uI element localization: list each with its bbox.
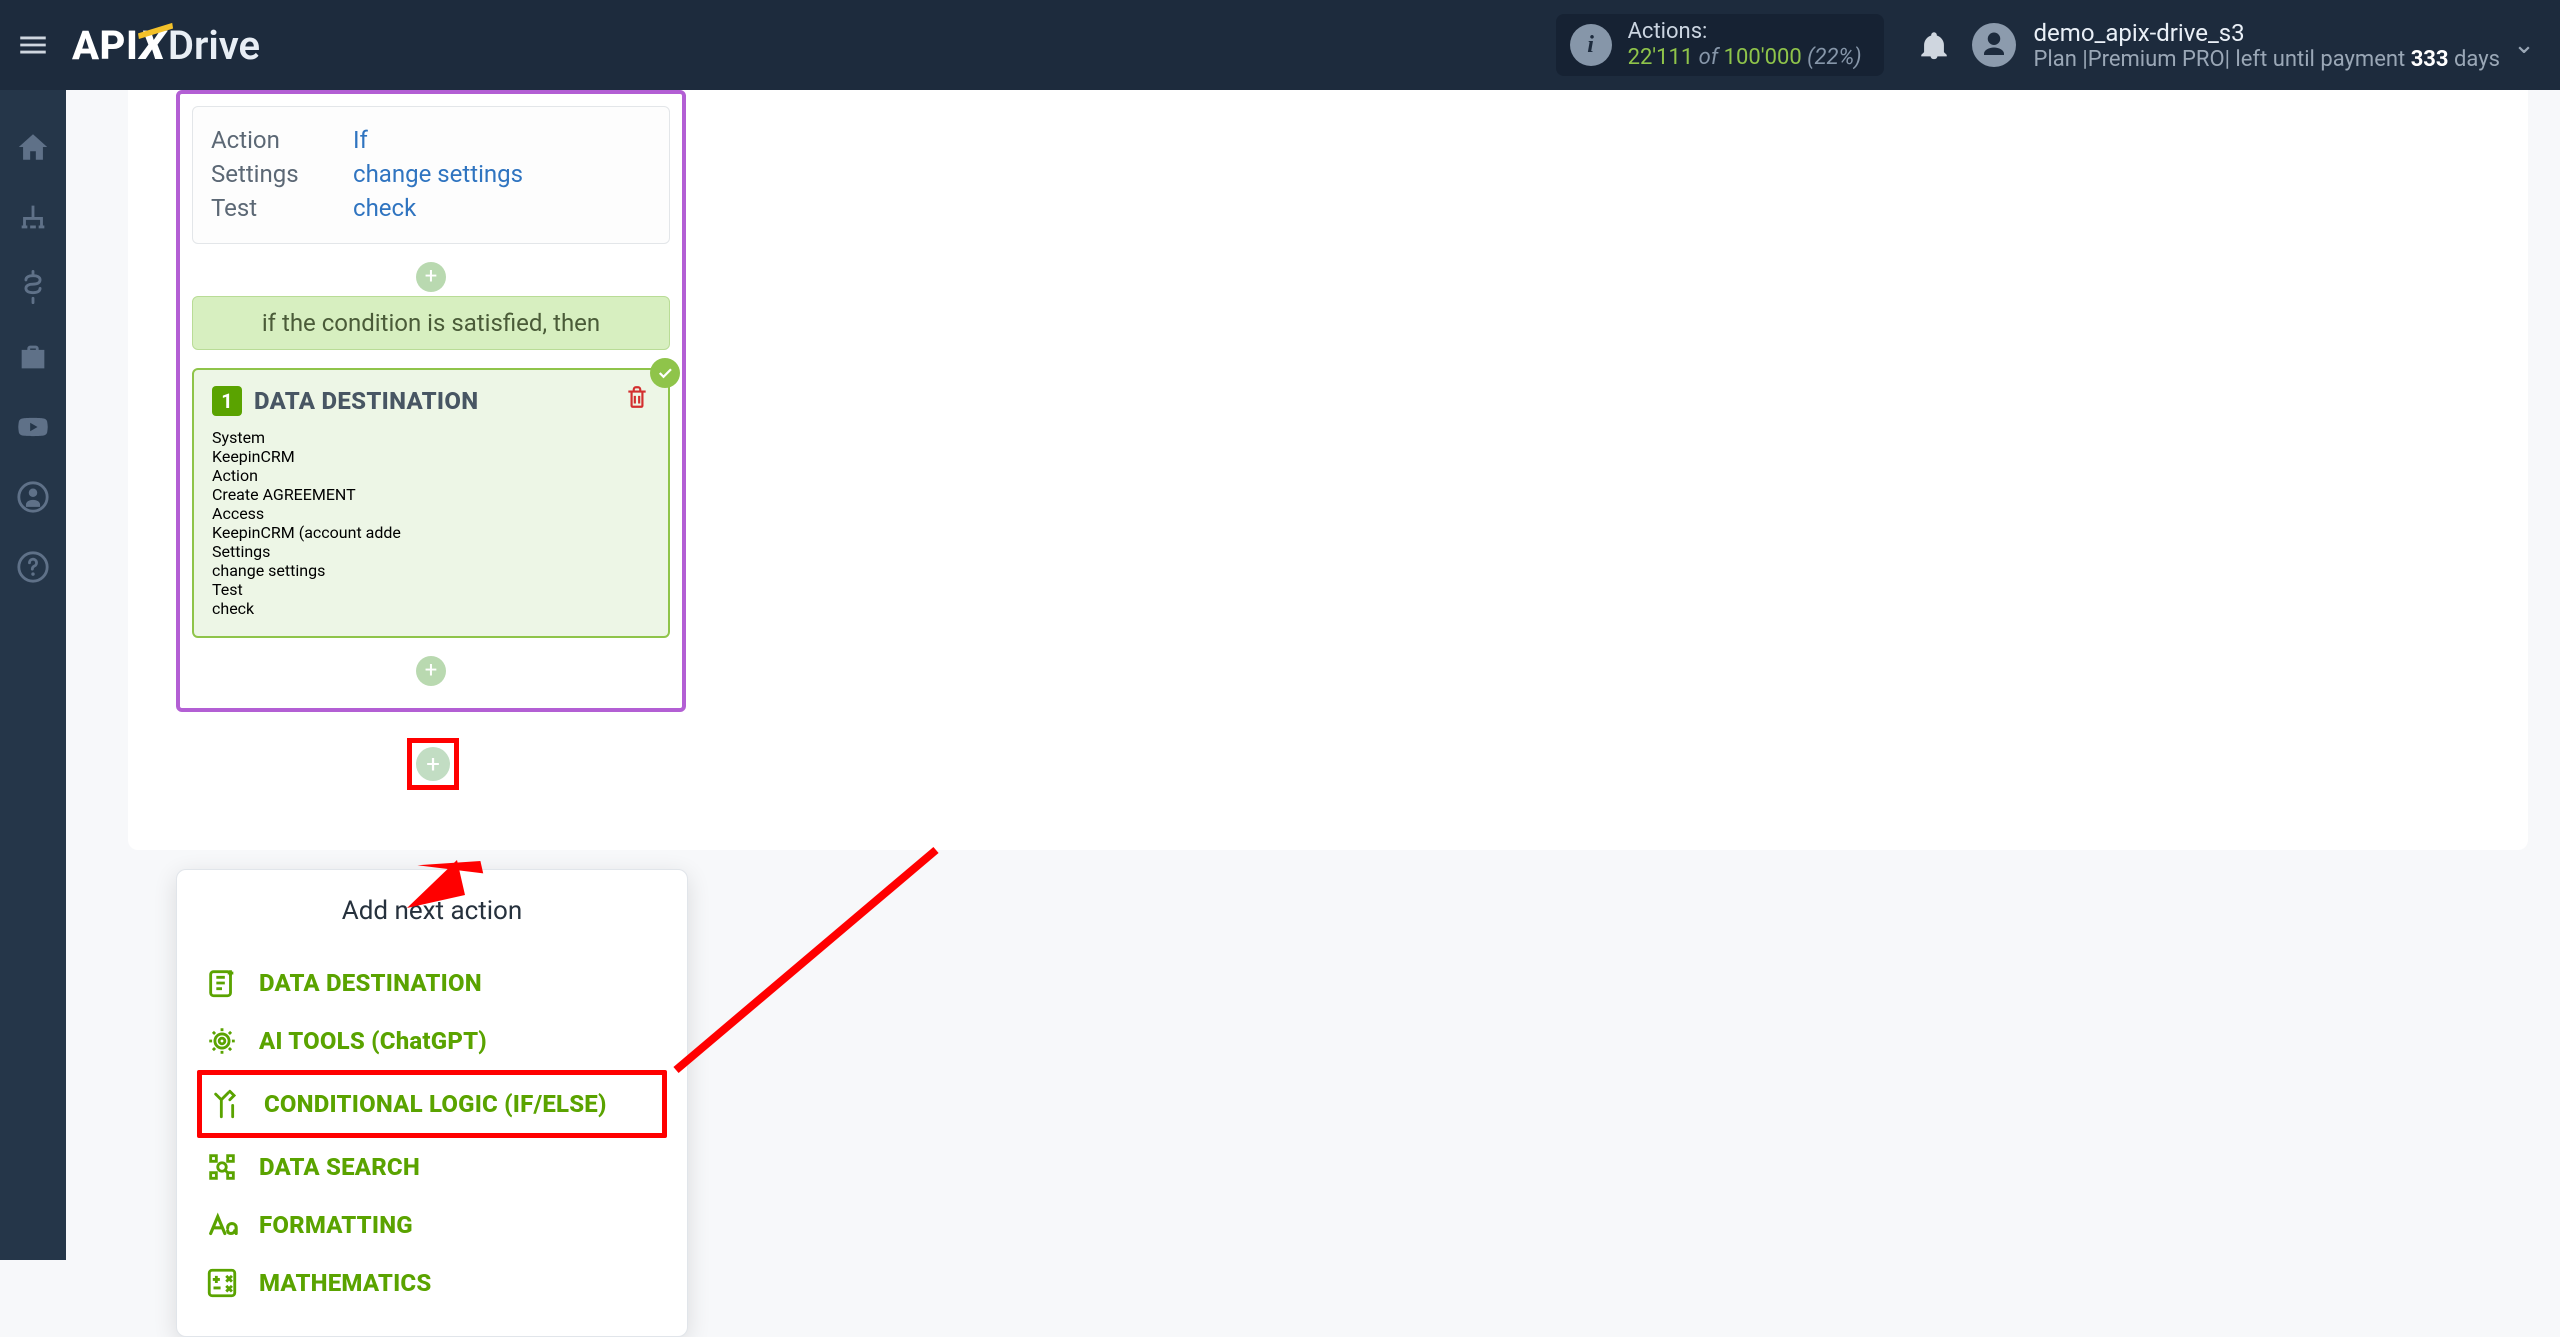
actions-of: of bbox=[1693, 45, 1723, 70]
user-name: demo_apix-drive_s3 bbox=[2034, 19, 2500, 47]
menu-label: FORMATTING bbox=[259, 1211, 413, 1239]
left-rail bbox=[0, 90, 66, 1260]
menu-conditional-logic[interactable]: CONDITIONAL LOGIC (IF/ELSE) bbox=[197, 1070, 667, 1138]
dest-label-test: Test bbox=[212, 580, 650, 599]
dest-value-settings[interactable]: change settings bbox=[212, 561, 650, 580]
topbar: API X Drive i Actions: 22'111 of 100'000… bbox=[0, 0, 2560, 90]
value-settings[interactable]: change settings bbox=[353, 160, 523, 188]
value-action[interactable]: If bbox=[353, 126, 368, 154]
menu-label: DATA SEARCH bbox=[259, 1153, 420, 1181]
menu-ai-tools[interactable]: AI TOOLS (ChatGPT) bbox=[197, 1012, 667, 1070]
user-plan-prefix: Plan |Premium PRO| left until payment bbox=[2034, 47, 2411, 72]
dest-label-action: Action bbox=[212, 466, 650, 485]
user-plan-days: 333 bbox=[2411, 47, 2449, 72]
condition-banner: if the condition is satisfied, then bbox=[192, 296, 670, 350]
nav-home-icon[interactable] bbox=[16, 130, 50, 164]
condition-card: Action If Settings change settings Testche… bbox=[192, 106, 670, 244]
actions-badge[interactable]: i Actions: 22'111 of 100'000 (22%) bbox=[1556, 14, 1884, 76]
dest-label-system: System bbox=[212, 428, 650, 447]
logo-text-drive: Drive bbox=[168, 22, 260, 69]
nav-briefcase-icon[interactable] bbox=[16, 340, 50, 374]
destination-number: 1 bbox=[212, 386, 242, 416]
logo-text-api: API bbox=[72, 22, 138, 69]
logo-text-x: X bbox=[136, 22, 170, 69]
dest-value-action[interactable]: Create AGREEMENT bbox=[212, 485, 650, 504]
menu-label: CONDITIONAL LOGIC (IF/ELSE) bbox=[264, 1090, 607, 1118]
actions-values: 22'111 of 100'000 (22%) bbox=[1628, 45, 1862, 71]
dest-value-access[interactable]: KeepinCRM (account adde bbox=[212, 523, 650, 542]
workflow-column: ActionIf Settingschange settings Testche… bbox=[128, 90, 738, 790]
add-step-button-2[interactable]: + bbox=[416, 656, 446, 686]
menu-label: MATHEMATICS bbox=[259, 1269, 431, 1297]
label-settings: Settings bbox=[211, 160, 335, 188]
menu-label: AI TOOLS (ChatGPT) bbox=[259, 1027, 487, 1055]
user-avatar[interactable] bbox=[1964, 15, 2024, 75]
user-info[interactable]: demo_apix-drive_s3 Plan |Premium PRO| le… bbox=[2024, 19, 2500, 72]
hamburger-icon[interactable] bbox=[0, 0, 66, 90]
highlighted-add-button: + bbox=[407, 738, 459, 790]
nav-billing-icon[interactable] bbox=[16, 270, 50, 304]
label-action: Action bbox=[211, 126, 335, 154]
add-step-button[interactable]: + bbox=[416, 262, 446, 292]
logo[interactable]: API X Drive bbox=[72, 22, 260, 69]
info-icon: i bbox=[1570, 24, 1612, 66]
nav-connections-icon[interactable] bbox=[16, 200, 50, 234]
value-test[interactable]: check bbox=[353, 194, 416, 222]
menu-mathematics[interactable]: MATHEMATICS bbox=[197, 1254, 667, 1312]
destination-card: 1 DATA DESTINATION SystemKeepinCRM Actio… bbox=[192, 368, 670, 638]
actions-total: 100'000 bbox=[1724, 45, 1802, 70]
popup-title: Add next action bbox=[197, 896, 667, 926]
dest-label-access: Access bbox=[212, 504, 650, 523]
dest-label-settings: Settings bbox=[212, 542, 650, 561]
nav-youtube-icon[interactable] bbox=[16, 410, 50, 444]
menu-label: DATA DESTINATION bbox=[259, 969, 482, 997]
destination-title: DATA DESTINATION bbox=[254, 387, 478, 415]
dest-value-system[interactable]: KeepinCRM bbox=[212, 447, 650, 466]
user-plan-suffix: days bbox=[2449, 47, 2500, 72]
actions-pct: (22%) bbox=[1807, 45, 1861, 70]
chevron-down-icon[interactable]: ⌄ bbox=[2500, 30, 2548, 60]
delete-destination-button[interactable] bbox=[624, 384, 650, 410]
nav-user-icon[interactable] bbox=[16, 480, 50, 514]
conditional-block: ActionIf Settingschange settings Testche… bbox=[176, 90, 686, 712]
actions-label: Actions: bbox=[1628, 19, 1862, 45]
user-plan: Plan |Premium PRO| left until payment 33… bbox=[2034, 47, 2500, 72]
add-action-popup: Add next action DATA DESTINATION AI TOOL… bbox=[176, 869, 688, 1337]
add-action-button[interactable]: + bbox=[416, 747, 450, 781]
menu-data-destination[interactable]: DATA DESTINATION bbox=[197, 954, 667, 1012]
label-test: Test bbox=[211, 194, 335, 222]
notifications-button[interactable] bbox=[1904, 15, 1964, 75]
nav-help-icon[interactable] bbox=[16, 550, 50, 584]
menu-data-search[interactable]: DATA SEARCH bbox=[197, 1138, 667, 1196]
actions-used: 22'111 bbox=[1628, 45, 1694, 70]
menu-formatting[interactable]: FORMATTING bbox=[197, 1196, 667, 1254]
dest-value-test[interactable]: check bbox=[212, 599, 650, 618]
check-icon bbox=[650, 358, 680, 388]
